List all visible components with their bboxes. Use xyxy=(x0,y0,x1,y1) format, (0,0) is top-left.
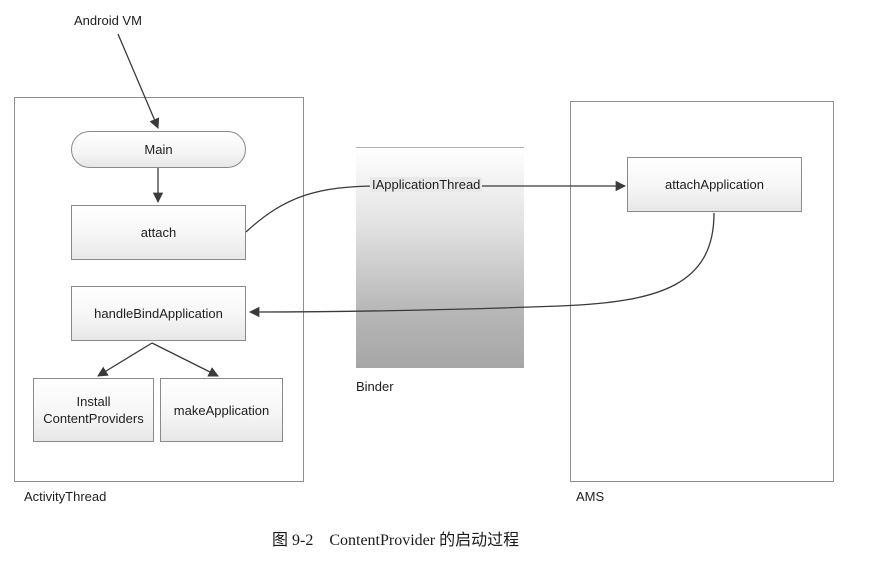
install-contentproviders-node: Install ContentProviders xyxy=(33,378,154,442)
android-vm-label: Android VM xyxy=(74,13,142,28)
install-line1: Install xyxy=(76,394,111,409)
makeapplication-node: makeApplication xyxy=(160,378,283,442)
ams-label: AMS xyxy=(576,489,605,504)
attach-node: attach xyxy=(71,205,246,260)
main-node: Main xyxy=(71,131,246,168)
iapplicationthread-label: IApplicationThread xyxy=(370,177,483,192)
install-line2: ContentProviders xyxy=(43,411,144,426)
activitythread-label: ActivityThread xyxy=(24,489,107,504)
binder-label: Binder xyxy=(356,379,394,394)
handlebindapplication-node: handleBindApplication xyxy=(71,286,246,341)
figure-caption: 图 9-2 ContentProvider 的启动过程 xyxy=(272,532,520,549)
attachapplication-node: attachApplication xyxy=(627,157,802,212)
